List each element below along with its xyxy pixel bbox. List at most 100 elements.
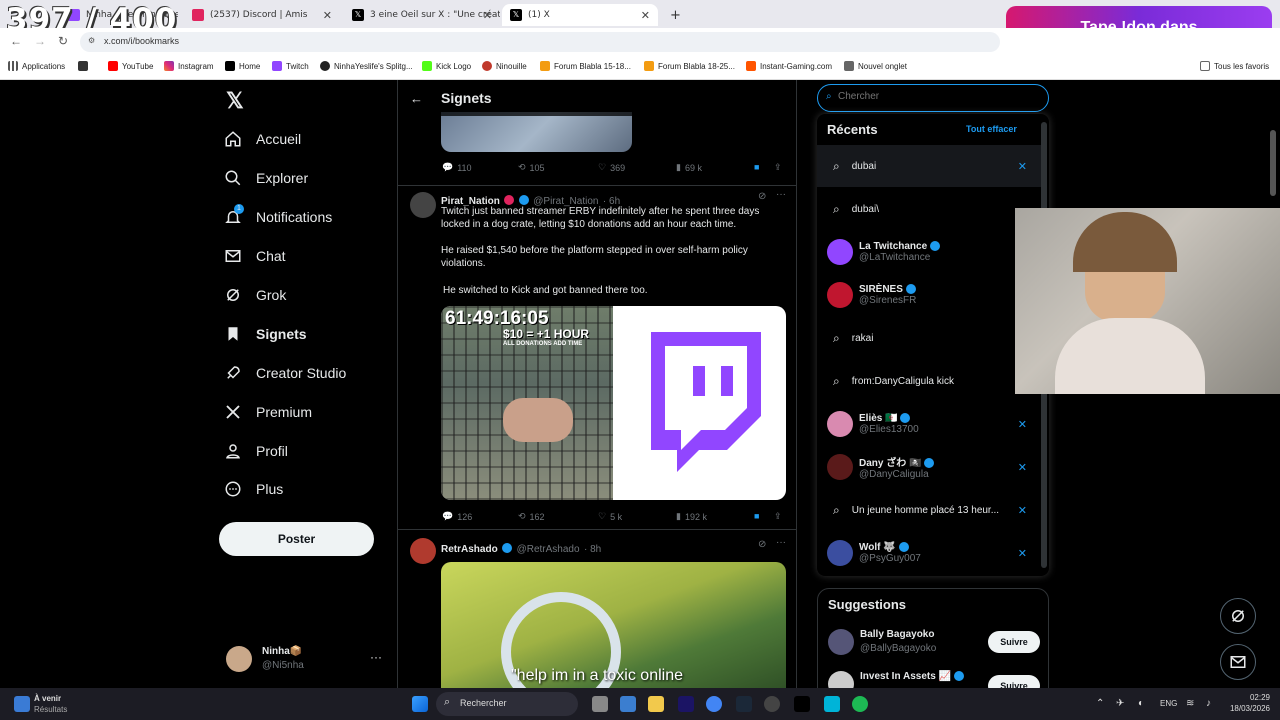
nav-profile[interactable]: Profil <box>224 442 288 460</box>
nav-notifications[interactable]: 1 Notifications <box>224 204 332 226</box>
close-icon[interactable]: ✕ <box>483 9 492 22</box>
avatar[interactable] <box>410 192 436 218</box>
clock-time[interactable]: 02:29 <box>1234 693 1270 702</box>
close-icon[interactable]: ✕ <box>1018 160 1027 173</box>
nav-grok[interactable]: Grok <box>224 286 286 304</box>
forward-arrow-icon[interactable]: → <box>34 34 46 48</box>
tweet-media[interactable] <box>441 112 632 152</box>
tray-icon[interactable]: ◐ <box>1138 698 1144 709</box>
views-action[interactable]: ▮ 69 k <box>676 162 702 173</box>
bookmark-instant-gaming[interactable]: Instant-Gaming.com <box>746 61 832 71</box>
recent-user-item[interactable]: SIRÈNES @SirenesFR <box>817 274 1041 316</box>
tweet-time[interactable]: · 8h <box>584 544 601 555</box>
share-icon[interactable]: ⇪ <box>774 511 782 522</box>
new-tab-button[interactable]: + <box>662 4 682 26</box>
more-dots-icon[interactable]: ··· <box>370 650 382 664</box>
bookmark-kick[interactable]: Kick Logo <box>422 61 471 71</box>
tweet[interactable]: Pirat_Nation @Pirat_Nation · 6h ⊘ ··· Tw… <box>398 186 796 530</box>
wifi-icon[interactable]: ≋ <box>1186 698 1194 709</box>
author-handle[interactable]: @RetrAshado <box>517 544 580 555</box>
views-action[interactable]: ▮ 192 k <box>676 511 707 522</box>
recent-user-item[interactable]: La Twitchance @LaTwitchance <box>817 231 1041 273</box>
nav-bookmarks[interactable]: Signets <box>224 325 307 343</box>
all-bookmarks[interactable]: Tous les favoris <box>1200 61 1269 71</box>
nav-more[interactable]: Plus <box>224 480 283 498</box>
tray-icon[interactable]: ✈ <box>1116 698 1124 709</box>
more-dots-icon[interactable]: ··· <box>776 189 786 200</box>
bookmark-icon[interactable]: ■ <box>754 162 759 172</box>
search-input[interactable] <box>838 91 1038 102</box>
recent-user-item[interactable]: Wolf 🐺 @PsyGuy007 ✕ <box>817 532 1041 574</box>
nav-premium[interactable]: Premium <box>224 403 312 421</box>
bookmark-forum-15[interactable]: Forum Blabla 15-18... <box>540 61 631 71</box>
grok-float-button[interactable] <box>1220 598 1256 634</box>
recent-user-item[interactable]: Eliès 🇩🇿 @Elies13700 ✕ <box>817 403 1041 445</box>
bookmark-ninouille[interactable]: Ninouille <box>482 61 527 71</box>
steam-icon[interactable] <box>736 696 752 712</box>
bookmark-home[interactable]: Home <box>225 61 260 71</box>
like-action[interactable]: ♡ 5 k <box>598 511 622 522</box>
tiktok-icon[interactable] <box>794 696 810 712</box>
close-icon[interactable]: ✕ <box>641 9 650 22</box>
clear-all-button[interactable]: Tout effacer <box>966 124 1017 134</box>
obs-icon[interactable] <box>764 696 780 712</box>
tray-chevron-icon[interactable]: ⌃ <box>1096 698 1104 709</box>
author-name[interactable]: RetrAshado <box>441 544 498 555</box>
site-info-icon[interactable]: ⚙ <box>88 36 95 45</box>
chrome-icon[interactable] <box>706 696 722 712</box>
share-icon[interactable]: ⇪ <box>774 162 782 173</box>
close-icon[interactable]: ✕ <box>1018 504 1027 517</box>
more-dots-icon[interactable]: ··· <box>776 537 786 548</box>
app-icon[interactable] <box>824 696 840 712</box>
tab-discord[interactable]: (2537) Discord | Amis ✕ <box>184 4 340 26</box>
nav-home[interactable]: Accueil <box>224 130 301 148</box>
folder-icon[interactable] <box>648 696 664 712</box>
bookmark-icon[interactable]: ■ <box>754 511 759 521</box>
like-action[interactable]: ♡ 369 <box>598 162 625 173</box>
spotify-icon[interactable] <box>852 696 868 712</box>
grok-icon[interactable]: ⊘ <box>758 539 766 550</box>
tweet[interactable]: RetrAshado @RetrAshado · 8h ⊘ ··· "help … <box>398 530 796 688</box>
avatar[interactable] <box>410 538 436 564</box>
url-field[interactable]: ⚙ x.com/i/bookmarks <box>80 32 1000 52</box>
close-icon[interactable]: ✕ <box>1018 547 1027 560</box>
store-icon[interactable] <box>620 696 636 712</box>
premiere-icon[interactable] <box>678 696 694 712</box>
messages-float-button[interactable] <box>1220 644 1256 680</box>
grok-icon[interactable]: ⊘ <box>758 191 766 202</box>
close-icon[interactable]: ✕ <box>1018 418 1027 431</box>
post-button[interactable]: Poster <box>219 522 374 556</box>
reply-action[interactable]: 💬 110 <box>442 162 472 173</box>
recent-search-item[interactable]: ⌕ Un jeune homme placé 13 heur... ✕ <box>817 489 1041 531</box>
recent-search-item[interactable]: ⌕ dubai\ <box>817 188 1041 230</box>
recent-search-item[interactable]: ⌕ from:DanyCaligula kick <box>817 360 1041 402</box>
weather-icon[interactable] <box>14 696 30 712</box>
bookmark-youtube[interactable]: YouTube <box>108 61 153 71</box>
search-box[interactable]: ⌕ <box>817 84 1049 112</box>
bookmark-applications[interactable]: Applications <box>8 61 65 71</box>
back-arrow-icon[interactable]: ← <box>10 34 22 48</box>
repost-action[interactable]: ⟲ 105 <box>518 162 545 173</box>
bookmark-splitgate[interactable]: NinhaYeslife's Splitg... <box>320 61 413 71</box>
back-arrow-icon[interactable]: ← <box>410 91 423 106</box>
volume-icon[interactable]: ♪ <box>1206 698 1211 709</box>
task-view-icon[interactable] <box>592 696 608 712</box>
recent-search-item[interactable]: ⌕ dubai ✕ <box>817 145 1041 187</box>
repost-action[interactable]: ⟲ 162 <box>518 511 545 522</box>
x-logo-icon[interactable]: 𝕏 <box>226 88 244 114</box>
follow-button[interactable]: Suivre <box>988 631 1040 653</box>
tab-x-active[interactable]: 𝕏 (1) X ✕ <box>502 4 658 26</box>
clock-date[interactable]: 18/03/2026 <box>1222 704 1270 713</box>
windows-start-icon[interactable] <box>412 696 428 712</box>
bookmark-forum-18[interactable]: Forum Blabla 18-25... <box>644 61 735 71</box>
tab-x-oeil[interactable]: 𝕏 3 eine Oeil sur X : "Une créatric ✕ <box>344 4 500 26</box>
bookmark-twitch[interactable]: Twitch <box>272 61 309 71</box>
reload-icon[interactable]: ↻ <box>58 34 68 48</box>
recent-user-item[interactable]: Dany ざわ 🏴‍☠️ @DanyCaligula ✕ <box>817 446 1041 488</box>
tweet-media[interactable]: 61:49:16:05 $10 = +1 HOUR ALL DONATIONS … <box>441 306 786 500</box>
page-scrollbar[interactable] <box>1270 130 1276 196</box>
tweet-media[interactable]: "help im in a toxic online <box>441 562 786 688</box>
bookmark-instagram[interactable]: Instagram <box>164 61 214 71</box>
taskbar-search[interactable]: ⌕ Rechercher <box>436 692 578 716</box>
nav-explore[interactable]: Explorer <box>224 169 308 187</box>
